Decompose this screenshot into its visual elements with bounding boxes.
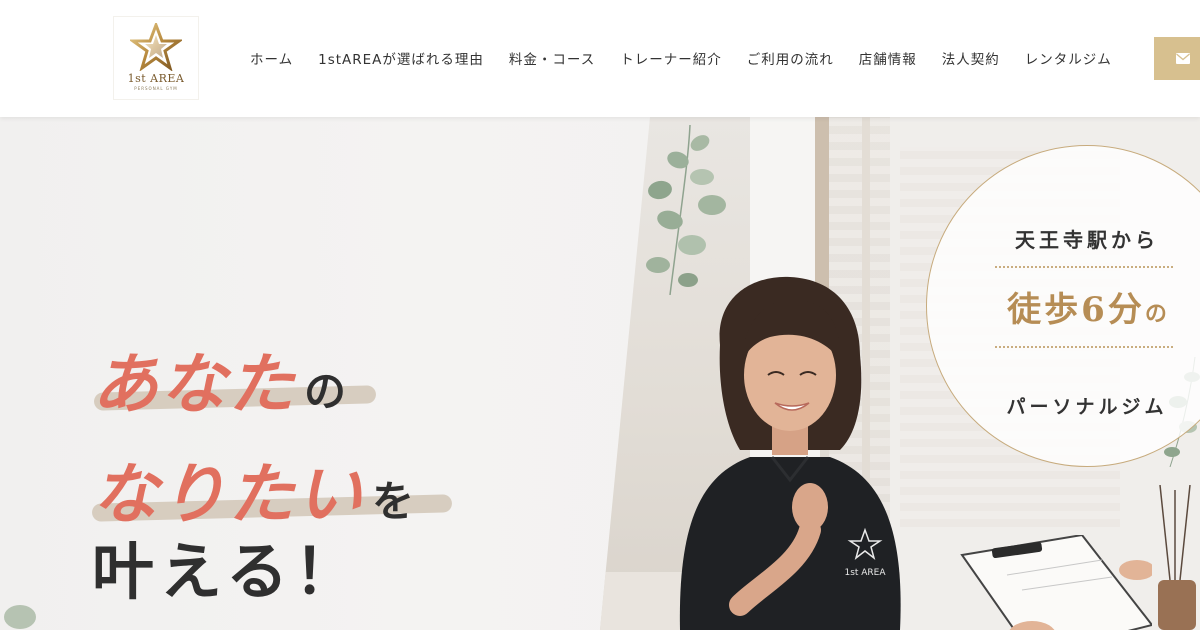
star-logo-icon [130, 23, 182, 71]
hero-headline: あなた の なりたい を 叶える！ [91, 307, 562, 608]
hero-section: 1st AREA あなた の なりたい を 叶える！ 天王寺駅から 徒歩6分の … [0, 117, 1200, 630]
badge-station: 天王寺駅から [1015, 228, 1159, 252]
mail-contact-button[interactable] [1154, 37, 1200, 80]
headline-particle-1: の [304, 367, 347, 416]
badge-gym-type: パーソナルジム [1006, 396, 1168, 418]
shirt-logo-text: 1st AREA [844, 568, 886, 578]
badge-walk-particle: の [1144, 301, 1167, 327]
nav-corporate[interactable]: 法人契約 [942, 48, 1000, 68]
main-nav: ホーム 1stAREAが選ばれる理由 料金・コース トレーナー紹介 ご利用の流れ… [250, 48, 1112, 68]
headline-particle-2: を [372, 477, 415, 526]
dotted-divider [995, 266, 1173, 268]
badge-walk-main: 徒歩6分 [1007, 290, 1145, 330]
leaf-corner-icon [4, 605, 36, 629]
nav-flow[interactable]: ご利用の流れ [747, 48, 834, 68]
headline-accent-2: なりたい [92, 455, 364, 533]
logo-name: 1st AREA [127, 72, 185, 85]
nav-home[interactable]: ホーム [250, 48, 293, 68]
dotted-divider [995, 346, 1173, 348]
headline-final: 叶える！ [92, 535, 363, 608]
badge-walk-time: 徒歩6分の [977, 282, 1197, 331]
nav-reasons[interactable]: 1stAREAが選ばれる理由 [318, 48, 484, 68]
nav-store-info[interactable]: 店舗情報 [859, 48, 917, 68]
site-logo[interactable]: 1st AREA PERSONAL GYM [113, 16, 199, 100]
site-header: 1st AREA PERSONAL GYM ホーム 1stAREAが選ばれる理由… [0, 0, 1200, 117]
envelope-icon [1176, 53, 1190, 64]
clipboard-image [960, 535, 1152, 630]
headline-accent-1: あなた [92, 345, 296, 423]
reed-diffuser-image [1158, 485, 1196, 630]
trainer-photo: 1st AREA [679, 276, 901, 630]
nav-trainers[interactable]: トレーナー紹介 [620, 48, 722, 68]
nav-rental-gym[interactable]: レンタルジム [1025, 48, 1112, 68]
nav-pricing[interactable]: 料金・コース [509, 48, 595, 68]
logo-subtitle: PERSONAL GYM [134, 86, 178, 91]
eucalyptus-leaf-icon [646, 125, 726, 295]
